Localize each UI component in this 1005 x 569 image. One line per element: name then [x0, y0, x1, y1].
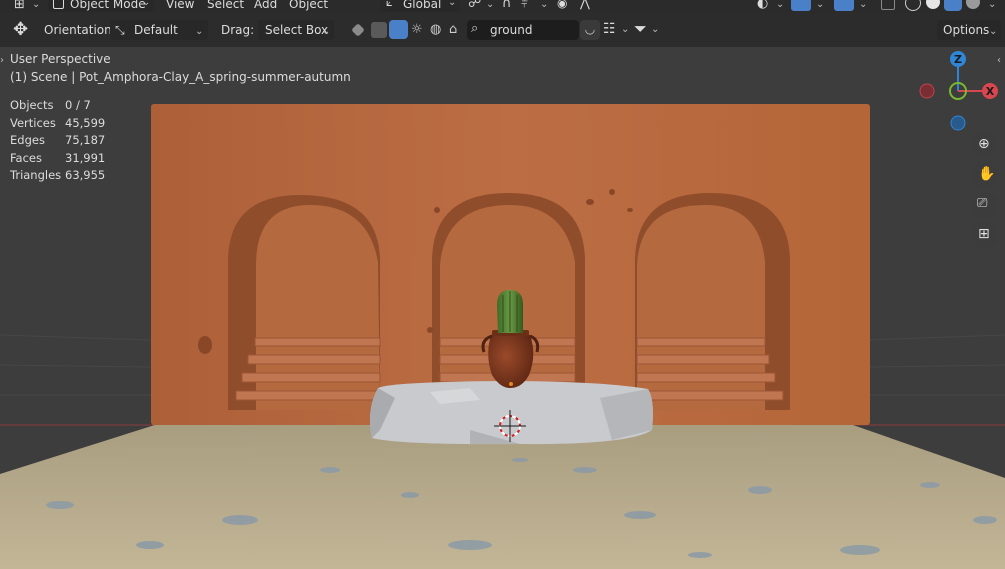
options-dropdown[interactable]: Options ⌄: [937, 20, 1001, 40]
orientation-global-icon: ⟀: [386, 0, 393, 9]
mode-label: Object Mode: [70, 0, 146, 11]
chevron-down-icon: ⌄: [142, 0, 151, 8]
falloff-icon[interactable]: ⋀: [580, 0, 590, 10]
scene-render: [0, 0, 1005, 569]
filter-world-icon[interactable]: ◍: [430, 22, 441, 37]
drag-value: Select Box: [265, 23, 329, 37]
orientation-dropdown[interactable]: ⤡ Default ⌄: [110, 20, 208, 40]
move-tool-icon[interactable]: ✥: [13, 19, 28, 40]
hierarchy-icon[interactable]: ☷: [603, 21, 616, 37]
zoom-icon: ⊕: [978, 136, 990, 152]
editor-type-icon[interactable]: ⊞: [14, 0, 25, 12]
orientation-value: Default: [134, 23, 178, 37]
sidebar-toggle-icon[interactable]: ›: [0, 55, 4, 66]
stat-value: 75,187: [65, 133, 106, 147]
filter-icon[interactable]: ⏷: [634, 19, 647, 39]
stat-label: Vertices: [10, 116, 56, 130]
drag-label: Drag:: [221, 23, 255, 37]
options-label: Options: [943, 23, 990, 37]
filter-mesh-icon[interactable]: [351, 23, 365, 37]
ortho-toggle-button[interactable]: ⊞: [972, 222, 998, 248]
chevron-down-icon: ⌄: [816, 0, 825, 10]
stat-label: Objects: [10, 98, 54, 112]
stat-label: Edges: [10, 133, 45, 147]
pan-button[interactable]: ✋: [972, 162, 998, 188]
mode-dropdown[interactable]: Object Mode ⌄: [48, 0, 154, 12]
tool-settings-bar: ✥ Orientation: ⤡ Default ⌄ Drag: Select …: [0, 13, 1005, 47]
filter-light-icon[interactable]: ☼: [411, 22, 423, 37]
object-mode-icon: [53, 0, 64, 9]
wireframe-shading-icon[interactable]: [905, 0, 921, 11]
drag-dropdown[interactable]: Select Box ⌄: [258, 20, 334, 40]
navigation-gizmo[interactable]: Z X: [912, 48, 1005, 138]
orientation-default-icon: ⤡: [115, 23, 125, 37]
stone-pedestal: [370, 381, 653, 445]
pivot-point-icon[interactable]: ☍: [468, 0, 481, 11]
solid-shading-icon[interactable]: [926, 0, 940, 9]
chevron-down-icon: ⌄: [32, 0, 41, 10]
camera-icon: ⎚: [977, 196, 988, 211]
chevron-down-icon: ⌄: [859, 0, 868, 10]
transform-orientation-dropdown[interactable]: ⟀ Global ⌄: [380, 0, 460, 12]
header-menu-bar: ⊞ ⌄ Object Mode ⌄ View Select Add Object…: [0, 0, 1005, 13]
arch-left: [228, 195, 381, 410]
snap-target-icon[interactable]: ⫩: [521, 0, 528, 11]
search-icon: ⌕: [471, 21, 479, 36]
gizmo-z-label: Z: [954, 53, 962, 66]
gizmo-negx-ball: [919, 83, 935, 99]
chevron-down-icon: ⌄: [486, 0, 495, 10]
chevron-down-icon: ⌄: [195, 26, 204, 37]
proportional-edit-icon[interactable]: ◉: [557, 0, 567, 10]
scene-object-label: (1) Scene | Pot_Amphora-Clay_A_spring-su…: [10, 70, 351, 84]
gizmo-toggle-icon[interactable]: [791, 0, 811, 11]
hand-icon: ✋: [978, 166, 996, 182]
stat-value: 0 / 7: [65, 98, 91, 112]
orientation-global-label: Global: [403, 0, 442, 11]
rendered-shading-icon[interactable]: [966, 0, 980, 9]
chevron-down-icon: ⌄: [651, 24, 660, 35]
gizmo-negz-ball: [950, 115, 966, 131]
stat-label: Triangles: [10, 168, 62, 182]
menu-view[interactable]: View: [166, 0, 194, 11]
overlays-toggle-icon[interactable]: [834, 0, 854, 11]
stat-value: 31,991: [65, 151, 106, 165]
chevron-down-icon: ⌄: [988, 0, 997, 10]
zoom-button[interactable]: ⊕: [972, 132, 998, 158]
camera-view-button[interactable]: ⎚: [972, 192, 998, 218]
3d-viewport[interactable]: ⊞ ⌄ Object Mode ⌄ View Select Add Object…: [0, 0, 1005, 569]
filter-material-icon[interactable]: [389, 20, 408, 39]
view-perspective-label: User Perspective: [10, 52, 111, 66]
chevron-down-icon: ⌄: [989, 26, 998, 37]
cactus: [497, 290, 523, 333]
chevron-down-icon: ⌄: [621, 24, 630, 35]
chevron-down-icon: ⌄: [322, 26, 331, 37]
visibility-icon[interactable]: ◐: [757, 0, 768, 11]
snap-icon[interactable]: ∩: [502, 0, 512, 11]
orientation-label: Orientation:: [44, 23, 116, 37]
search-input[interactable]: ground: [490, 23, 532, 37]
menu-object[interactable]: Object: [289, 0, 328, 11]
material-shading-icon[interactable]: [944, 0, 962, 11]
grid-icon: ⊞: [978, 226, 990, 242]
stat-value: 45,599: [65, 116, 106, 130]
chevron-down-icon: ⌄: [448, 0, 457, 8]
xray-toggle-icon[interactable]: [881, 0, 895, 10]
search-box[interactable]: ⌕ ground: [467, 20, 579, 40]
filter-scene-icon[interactable]: ⌂: [449, 22, 457, 37]
stat-label: Faces: [10, 151, 42, 165]
chevron-down-icon: ⌄: [540, 0, 549, 10]
menu-add[interactable]: Add: [254, 0, 277, 11]
chevron-down-icon: ⌄: [776, 0, 785, 10]
arch-right: [635, 193, 790, 410]
filter-solid-icon[interactable]: [371, 22, 387, 38]
stat-value: 63,955: [65, 168, 106, 182]
menu-select[interactable]: Select: [207, 0, 244, 11]
gizmo-x-label: X: [986, 85, 995, 98]
search-clear-button[interactable]: ◡: [580, 20, 600, 40]
